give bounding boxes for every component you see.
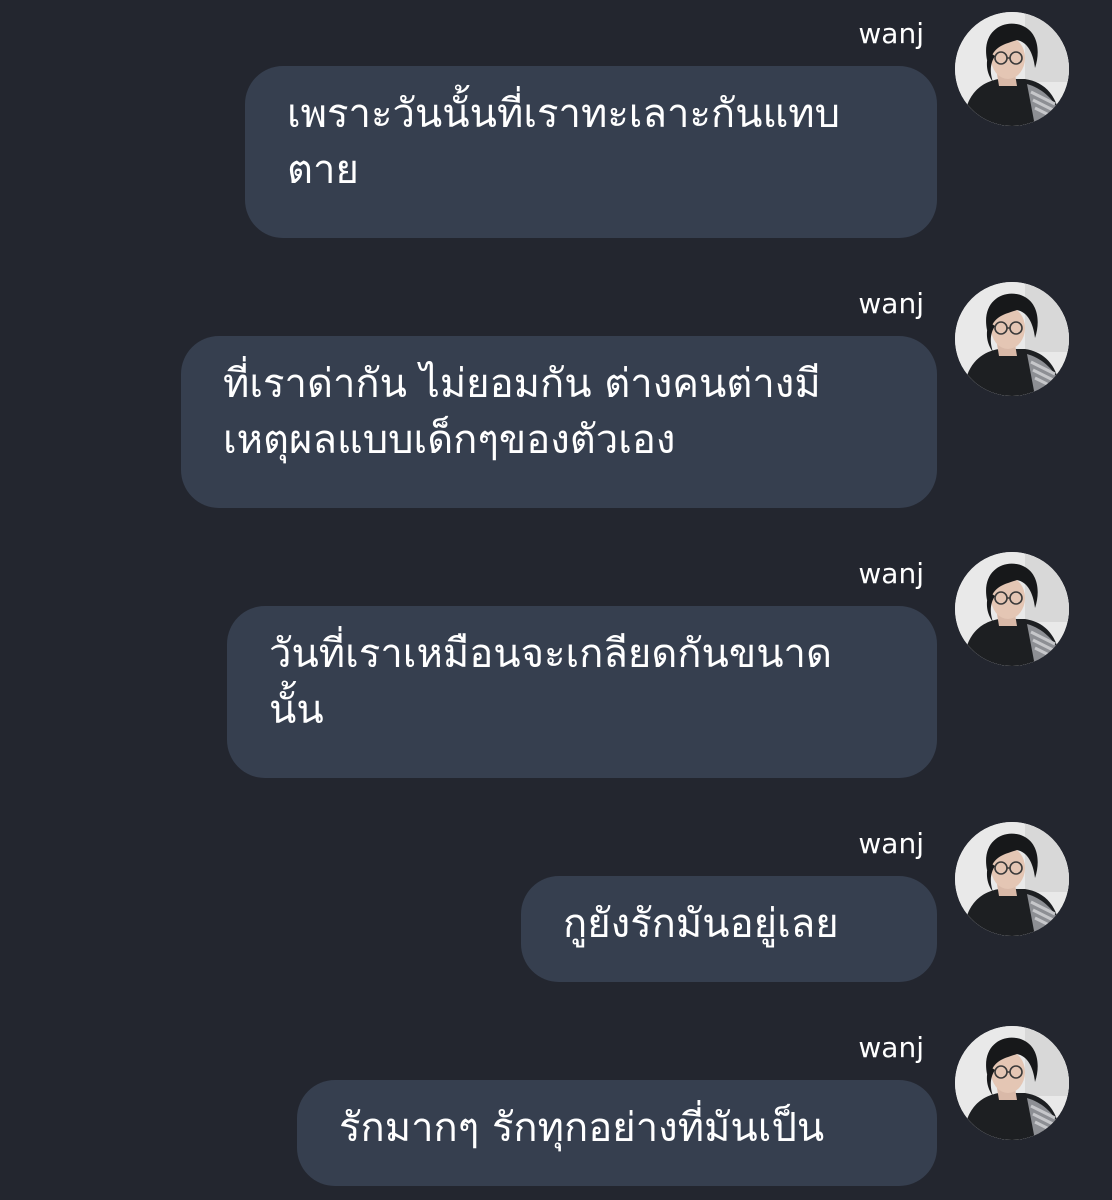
- sender-name: wanj: [858, 287, 924, 320]
- profile-photo-icon: [955, 822, 1069, 936]
- avatar[interactable]: [955, 552, 1069, 666]
- message-bubble[interactable]: รักมากๆ รักทุกอย่างที่มันเป็น: [297, 1080, 937, 1186]
- message-bubble[interactable]: กูยังรักมันอยู่เลย: [521, 876, 937, 982]
- message-bubble[interactable]: เพราะวันนั้นที่เราทะเลาะกันแทบ ตาย: [245, 66, 937, 238]
- message-bubble[interactable]: ที่เราด่ากัน ไม่ยอมกัน ต่างคนต่างมี เหตุ…: [181, 336, 937, 508]
- sender-name: wanj: [858, 17, 924, 50]
- avatar[interactable]: [955, 822, 1069, 936]
- sender-name: wanj: [858, 1031, 924, 1064]
- avatar[interactable]: [955, 282, 1069, 396]
- profile-photo-icon: [955, 552, 1069, 666]
- sender-name: wanj: [858, 827, 924, 860]
- profile-photo-icon: [955, 12, 1069, 126]
- profile-photo-icon: [955, 282, 1069, 396]
- avatar[interactable]: [955, 12, 1069, 126]
- sender-name: wanj: [858, 557, 924, 590]
- chat-thread[interactable]: wanj เพราะวันนั้นที่เราทะเลาะกันแทบ ตาย …: [0, 0, 1112, 1200]
- message-bubble[interactable]: วันที่เราเหมือนจะเกลียดกันขนาด นั้น: [227, 606, 937, 778]
- avatar[interactable]: [955, 1026, 1069, 1140]
- profile-photo-icon: [955, 1026, 1069, 1140]
